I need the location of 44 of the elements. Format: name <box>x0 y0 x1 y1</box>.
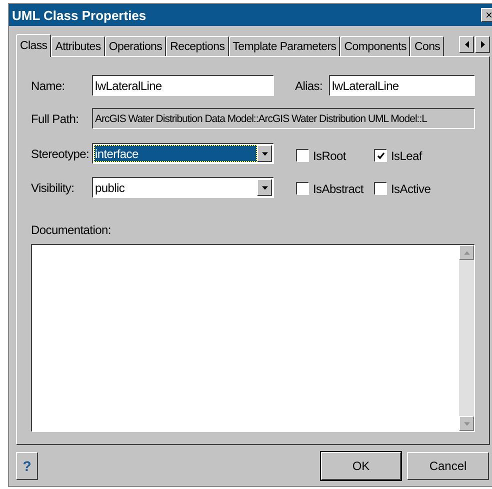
checkbox[interactable] <box>374 149 387 162</box>
input-field[interactable]: lwLateralLine <box>329 75 475 96</box>
field-label: Full Path: <box>31 112 80 126</box>
scroll-right-button[interactable] <box>475 36 490 53</box>
cancel-button[interactable]: Cancel <box>407 452 489 480</box>
ok-button[interactable]: OK <box>321 452 401 480</box>
tab[interactable]: Components <box>340 36 410 56</box>
tab[interactable]: Template Parameters <box>228 36 340 56</box>
tab[interactable]: Operations <box>104 36 166 56</box>
left-arrow-icon <box>464 41 470 48</box>
scroll-left-button[interactable] <box>459 36 474 53</box>
window-title: UML Class Properties <box>12 8 146 22</box>
field-label: Alias: <box>295 78 324 92</box>
checkbox-label: IsActive <box>391 182 431 196</box>
close-button[interactable]: × <box>481 8 492 22</box>
dropdown-field[interactable]: public <box>92 177 274 198</box>
input-field[interactable]: lwLateralLine <box>92 75 274 96</box>
checkbox-label: IsLeaf <box>391 148 422 162</box>
dropdown-field[interactable]: interface <box>92 143 274 164</box>
input-field: ArcGIS Water Distribution Data Model::ArcGIS Water Distribution UML Model::L <box>92 108 475 129</box>
checkbox-label: IsAbstract <box>313 182 364 196</box>
check-icon <box>376 152 384 160</box>
caret-icon <box>262 152 268 156</box>
tab[interactable]: Class <box>16 34 52 57</box>
field-label: Name: <box>31 78 66 92</box>
checkbox[interactable] <box>296 149 309 162</box>
checkbox-label: IsRoot <box>313 148 346 162</box>
dropdown-button[interactable] <box>257 179 272 196</box>
checkbox[interactable] <box>296 182 309 195</box>
field-label: Documentation: <box>31 223 112 237</box>
up-arrow-icon <box>464 250 470 254</box>
down-arrow-icon <box>464 422 470 426</box>
tab[interactable]: Attributes <box>51 36 105 56</box>
field-label: Stereotype: <box>31 146 90 160</box>
right-arrow-icon <box>480 41 486 48</box>
dropdown-button[interactable] <box>257 145 272 162</box>
tab[interactable]: Receptions <box>166 36 229 56</box>
checkbox[interactable] <box>374 182 387 195</box>
field-label: Visibility: <box>31 180 76 194</box>
caret-icon <box>262 186 268 190</box>
scrollbar[interactable] <box>459 245 474 431</box>
tab[interactable]: Cons <box>410 36 444 56</box>
help-button[interactable]: ? <box>16 452 38 480</box>
documentation-field[interactable] <box>31 244 475 432</box>
